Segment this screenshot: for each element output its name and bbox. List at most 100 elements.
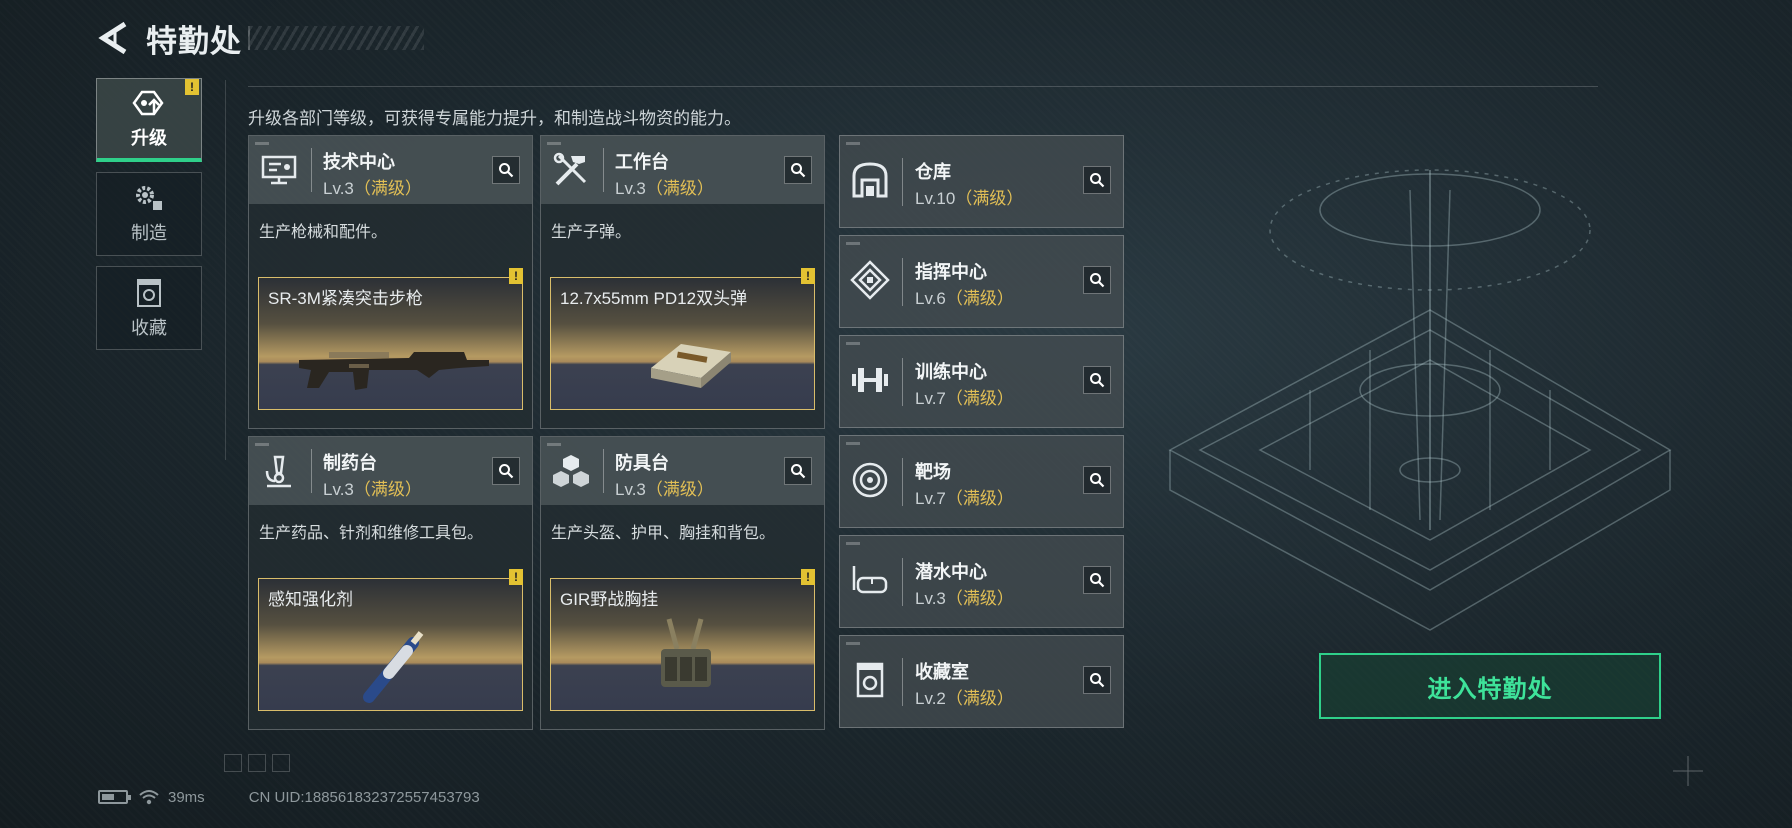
card-workbench: 工作台 Lv.3（满级） 生产子弹。 ! 12.7x55mm PD12双头弹 [540, 135, 825, 429]
computer-icon [261, 155, 297, 185]
corner-tag [846, 142, 860, 145]
corner-tag [846, 242, 860, 245]
corner-tag [846, 442, 860, 445]
level-value: Lv.2 [915, 689, 946, 708]
max-level-tag: （满级） [945, 689, 1014, 708]
inspect-button[interactable] [784, 156, 812, 184]
deco-square [272, 754, 290, 772]
department-name: 收藏室 [915, 662, 969, 682]
level-value: Lv.3 [323, 179, 354, 198]
search-icon [1090, 473, 1105, 488]
separator [902, 158, 903, 206]
target-icon [852, 462, 888, 498]
side-nav: ! 升级 制造 收藏 [96, 78, 202, 360]
level-value: Lv.3 [323, 480, 354, 499]
card-name: 制药台 [323, 453, 377, 473]
title-decoration [248, 26, 424, 50]
product-name: GIR野战胸挂 [560, 590, 659, 609]
max-level-tag: （满级） [645, 480, 714, 499]
product-slot[interactable]: ! SR-3M紧凑突击步枪 [258, 268, 523, 410]
department-name: 训练中心 [915, 362, 987, 382]
enter-special-ops-button[interactable]: 进入特勤处 [1319, 653, 1661, 719]
divider-vertical [225, 80, 226, 460]
separator [902, 358, 903, 406]
level-value: Lv.3 [915, 589, 946, 608]
warehouse-icon [852, 162, 888, 198]
upgrade-icon [132, 90, 164, 115]
max-level-tag: （满级） [955, 189, 1024, 208]
separator [603, 148, 604, 192]
corner-tag [255, 142, 269, 145]
crosshair-decoration [1673, 756, 1703, 786]
inspect-button[interactable] [1083, 366, 1111, 394]
inspect-button[interactable] [1083, 166, 1111, 194]
battery-icon [98, 790, 131, 804]
max-level-tag: （满级） [353, 480, 422, 499]
corner-tag [255, 443, 269, 446]
nav-item-craft[interactable]: 制造 [96, 172, 202, 256]
search-icon [1090, 373, 1105, 388]
nav-item-collection[interactable]: 收藏 [96, 266, 202, 350]
card-description: 生产头盔、护甲、胸挂和背包。 [551, 525, 776, 542]
department-training-center[interactable]: 训练中心 Lv.7（满级） [839, 335, 1124, 428]
product-slot[interactable]: ! 12.7x55mm PD12双头弹 [550, 268, 815, 410]
search-icon [791, 163, 806, 178]
search-icon [1090, 673, 1105, 688]
search-icon [499, 464, 514, 479]
card-description: 生产枪械和配件。 [259, 224, 388, 241]
level-value: Lv.3 [615, 179, 646, 198]
bottom-decoration [224, 754, 290, 772]
product-name: SR-3M紧凑突击步枪 [268, 289, 423, 308]
collection-icon [137, 279, 161, 307]
department-collection-room[interactable]: 收藏室 Lv.2（满级） [839, 635, 1124, 728]
department-name: 仓库 [915, 162, 951, 182]
inspect-button[interactable] [1083, 266, 1111, 294]
wifi-icon [139, 790, 159, 805]
department-warehouse[interactable]: 仓库 Lv.10（满级） [839, 135, 1124, 228]
nav-label-craft: 制造 [131, 223, 167, 243]
product-badge: ! [509, 268, 523, 284]
max-level-tag: （满级） [645, 179, 714, 198]
collection-icon [856, 662, 884, 698]
inspect-button[interactable] [492, 156, 520, 184]
ping-text: 39ms [168, 788, 205, 806]
card-header: 工作台 Lv.3（满级） [541, 136, 824, 204]
department-level: Lv.2（满级） [915, 684, 1014, 709]
inspect-button[interactable] [1083, 666, 1111, 694]
department-name: 指挥中心 [915, 262, 987, 282]
card-pharmacy: 制药台 Lv.3（满级） 生产药品、针剂和维修工具包。 ! 感知强化剂 [248, 436, 533, 730]
product-slot[interactable]: ! GIR野战胸挂 [550, 569, 815, 711]
separator [902, 258, 903, 306]
level-value: Lv.6 [915, 289, 946, 308]
product-slot[interactable]: ! 感知强化剂 [258, 569, 523, 711]
chest-rig-image [661, 618, 711, 687]
back-arrow-icon [98, 21, 127, 55]
nav-item-upgrade[interactable]: ! 升级 [96, 78, 202, 162]
max-level-tag: （满级） [353, 179, 422, 198]
card-header: 技术中心 Lv.3（满级） [249, 136, 532, 204]
diving-mask-icon [852, 566, 888, 594]
card-description: 生产药品、针剂和维修工具包。 [259, 525, 484, 542]
nav-label-collection: 收藏 [131, 318, 167, 338]
department-command-center[interactable]: 指挥中心 Lv.6（满级） [839, 235, 1124, 328]
department-diving-center[interactable]: 潜水中心 Lv.3（满级） [839, 535, 1124, 628]
inspect-button[interactable] [492, 457, 520, 485]
search-icon [1090, 273, 1105, 288]
nav-badge: ! [185, 79, 199, 95]
separator [902, 658, 903, 706]
level-value: Lv.7 [915, 389, 946, 408]
card-level: Lv.3（满级） [615, 475, 714, 500]
back-button[interactable] [96, 20, 130, 56]
card-tech-center: 技术中心 Lv.3（满级） 生产枪械和配件。 ! SR-3M紧凑突击步枪 [248, 135, 533, 429]
department-shooting-range[interactable]: 靶场 Lv.7（满级） [839, 435, 1124, 528]
product-name: 12.7x55mm PD12双头弹 [560, 289, 748, 308]
corner-tag [846, 342, 860, 345]
department-level: Lv.3（满级） [915, 584, 1014, 609]
inspect-button[interactable] [1083, 466, 1111, 494]
card-level: Lv.3（满级） [615, 174, 714, 199]
inspect-button[interactable] [784, 457, 812, 485]
search-icon [791, 464, 806, 479]
separator [311, 449, 312, 493]
product-badge: ! [801, 569, 815, 585]
inspect-button[interactable] [1083, 566, 1111, 594]
